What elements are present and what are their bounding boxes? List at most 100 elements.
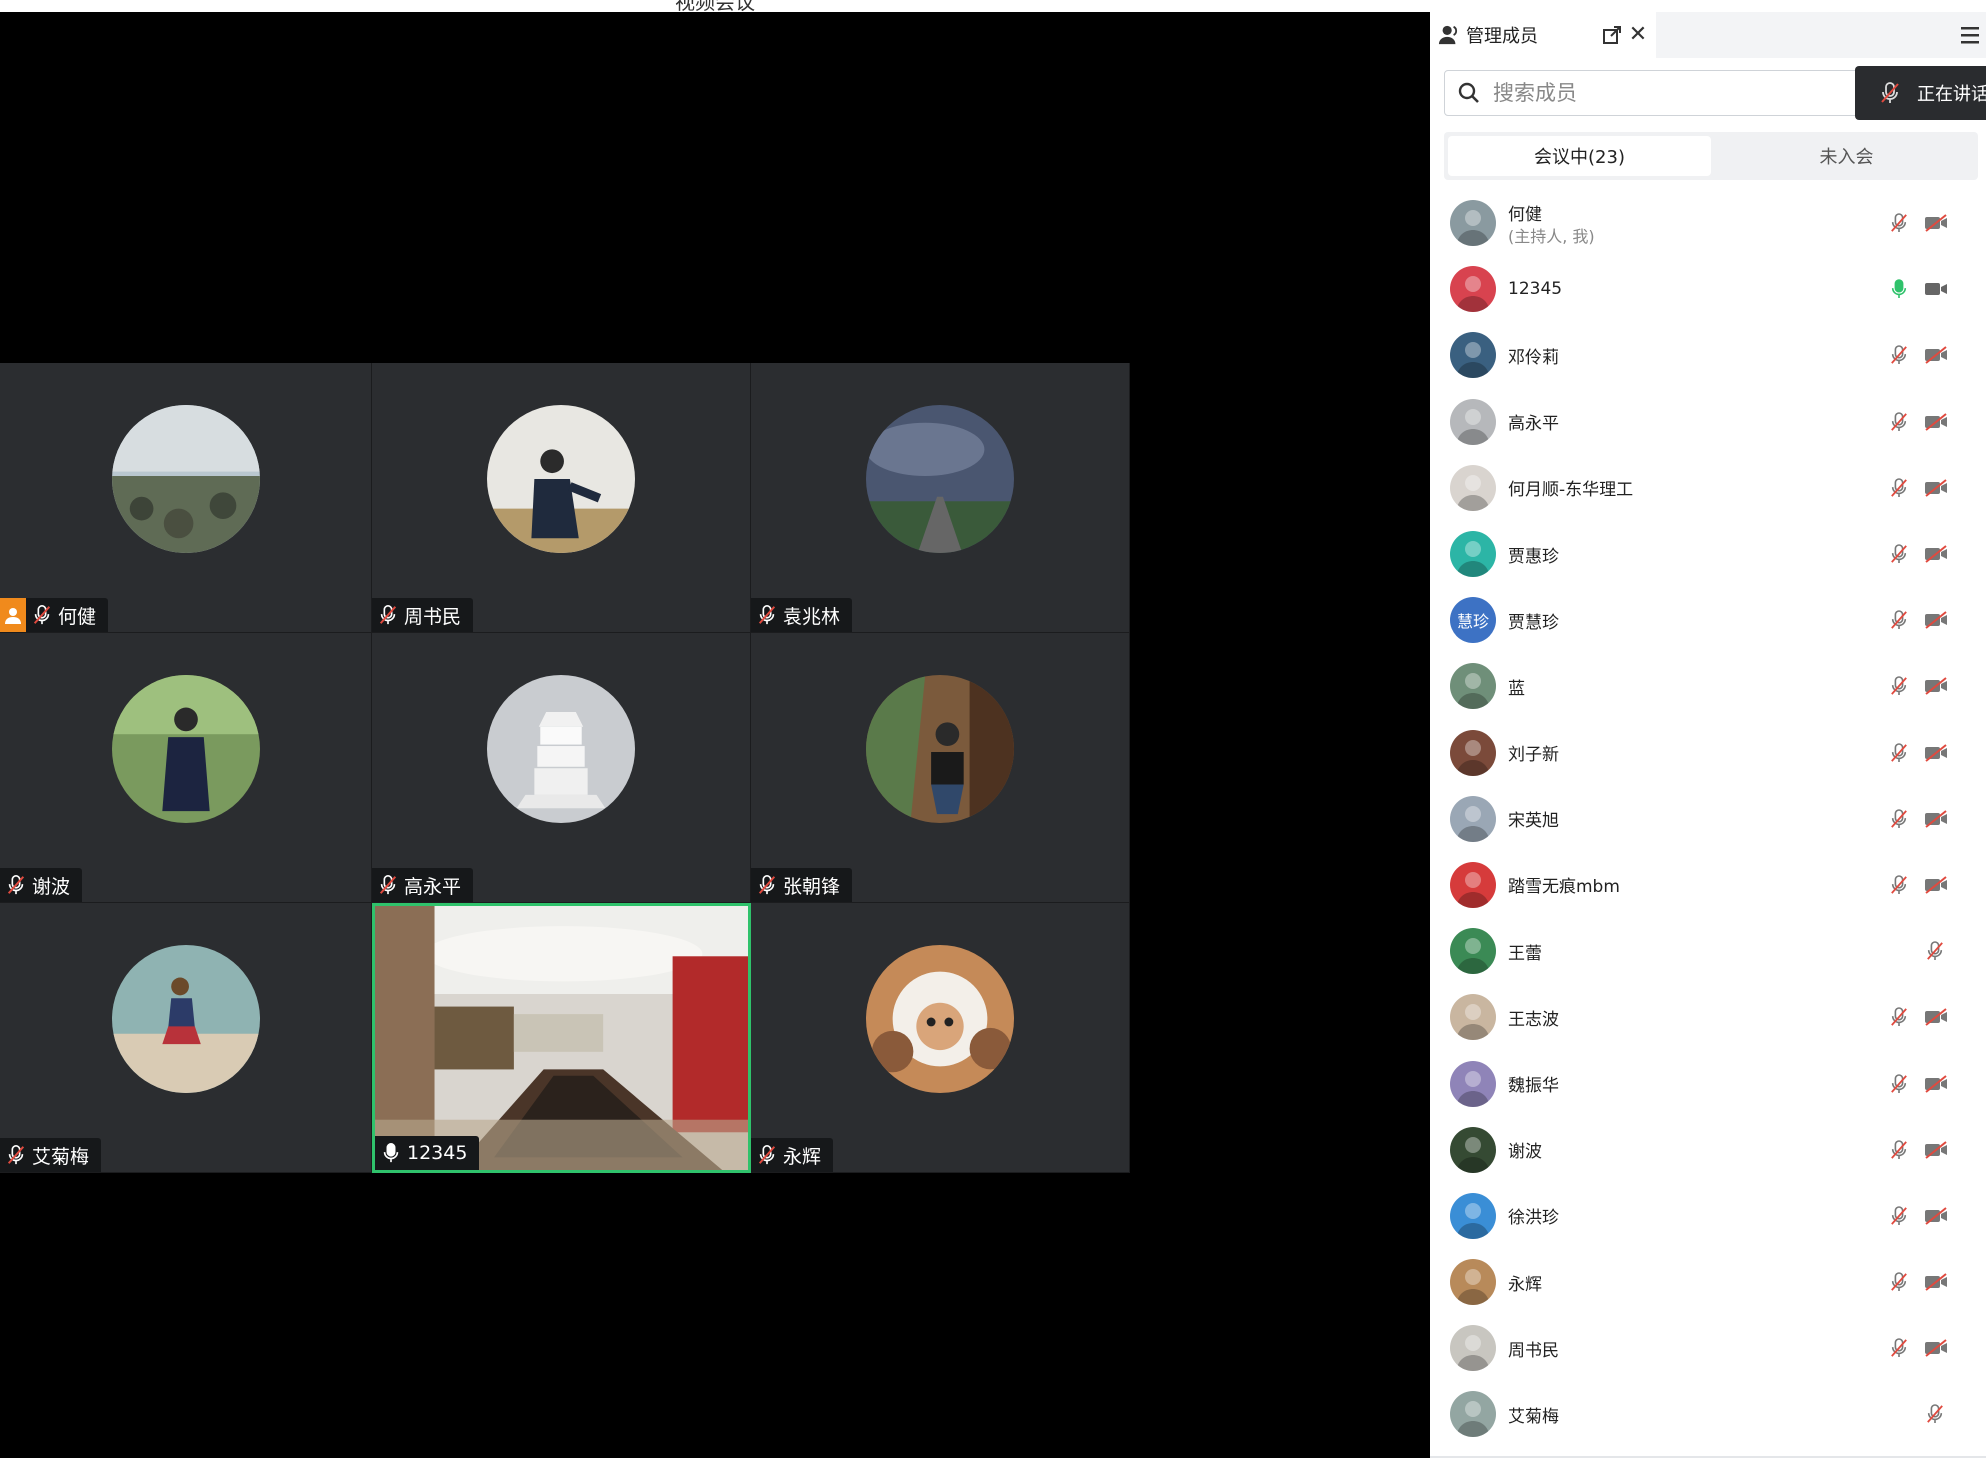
camera-off-icon[interactable] [1924, 810, 1948, 828]
panel-tab-members[interactable]: 管理成员 [1430, 12, 1656, 58]
members-panel: 管理成员 ✕ 正在讲话 会议中(23) 未入会 何健(主持人 [1430, 12, 1986, 1458]
camera-off-icon[interactable] [1924, 1074, 1948, 1093]
search-field[interactable] [1444, 70, 1862, 116]
menu-icon[interactable] [1958, 23, 1982, 47]
camera-off-icon[interactable] [1924, 1273, 1948, 1291]
camera-off-icon[interactable] [1924, 412, 1948, 431]
participant-name: 贾慧珍 [1508, 612, 1559, 633]
mic-muted-icon [33, 605, 51, 625]
camera-off-icon[interactable] [1924, 1140, 1948, 1159]
video-tile[interactable]: 永辉 [751, 903, 1130, 1173]
video-tile[interactable]: 12345 [372, 903, 751, 1173]
camera-off-icon[interactable] [1924, 214, 1948, 232]
mic-muted-icon [7, 1145, 25, 1165]
mic-muted-icon[interactable] [1890, 477, 1908, 499]
panel-title: 管理成员 [1466, 26, 1538, 47]
video-tile[interactable]: 何健 [0, 363, 372, 633]
mic-muted-icon[interactable] [1890, 742, 1908, 764]
camera-off-icon[interactable] [1924, 1339, 1948, 1358]
video-tile[interactable]: 高永平 [372, 633, 751, 903]
mic-active-icon[interactable] [1890, 278, 1908, 300]
camera-off-icon[interactable] [1924, 743, 1948, 762]
participant-name-tag: 何健 [0, 598, 109, 632]
participant-row[interactable]: 魏振华 [1430, 1050, 1986, 1116]
participant-row[interactable]: 谢波 [1430, 1117, 1986, 1183]
camera-off-icon[interactable] [1924, 677, 1948, 696]
mic-muted-icon[interactable] [1890, 1337, 1908, 1359]
participant-name: 张朝锋 [783, 875, 841, 898]
video-tile[interactable]: 张朝锋 [751, 633, 1130, 903]
camera-off-icon[interactable] [1924, 479, 1948, 497]
camera-off-icon[interactable] [1924, 876, 1948, 894]
mic-muted-icon[interactable] [1890, 874, 1908, 896]
participant-row[interactable]: 邓伶莉 [1430, 322, 1986, 388]
participant-name: 12345 [407, 1142, 468, 1164]
members-icon [1438, 25, 1458, 45]
mic-muted-icon[interactable] [1890, 609, 1908, 631]
participant-name: 袁兆林 [783, 605, 841, 628]
popout-icon[interactable] [1602, 25, 1622, 45]
camera-on-icon[interactable] [1924, 280, 1948, 298]
participant-row[interactable]: 蓝 [1430, 653, 1986, 719]
mic-muted-icon[interactable] [1890, 411, 1908, 433]
close-icon[interactable]: ✕ [1628, 24, 1648, 46]
participant-name: 蓝 [1508, 678, 1525, 699]
participant-row[interactable]: 高永平 [1430, 389, 1986, 455]
participant-row[interactable]: 何健 (主持人, 我) [1430, 190, 1986, 256]
participant-row[interactable]: 艾菊梅 [1430, 1381, 1986, 1447]
participant-avatar [1450, 1126, 1496, 1173]
participant-name: 高永平 [404, 875, 462, 898]
participant-avatar [1450, 464, 1496, 511]
camera-off-icon[interactable] [1924, 1207, 1948, 1225]
video-tile[interactable]: 周书民 [372, 363, 751, 633]
participant-row[interactable]: 王志波 [1430, 984, 1986, 1050]
speaking-indicator-button[interactable]: 正在讲话 [1855, 66, 1986, 120]
mic-muted-icon[interactable] [1890, 344, 1908, 366]
mic-muted-icon[interactable] [1890, 1139, 1908, 1161]
search-input[interactable] [1491, 80, 1855, 106]
participant-name: 何健 [1508, 205, 1542, 225]
mic-muted-icon [379, 875, 397, 895]
participant-name: 周书民 [1508, 1340, 1559, 1361]
video-tile[interactable]: 袁兆林 [751, 363, 1130, 633]
participant-row[interactable]: 徐洪珍 [1430, 1183, 1986, 1249]
mic-muted-icon[interactable] [1890, 543, 1908, 565]
participant-row[interactable]: 贾惠珍 [1430, 521, 1986, 587]
camera-off-icon[interactable] [1924, 1008, 1948, 1027]
video-tile[interactable]: 谢波 [0, 633, 372, 903]
mic-muted-icon[interactable] [1890, 1205, 1908, 1227]
mic-muted-icon[interactable] [1890, 212, 1908, 234]
participant-row[interactable]: 宋英旭 [1430, 786, 1986, 852]
participant-row[interactable]: 王蕾 [1430, 918, 1986, 984]
participant-row[interactable]: 12345 [1430, 256, 1986, 322]
participant-row[interactable]: 何月顺-东华理工 [1430, 455, 1986, 521]
mic-muted-icon[interactable] [1890, 1006, 1908, 1028]
mic-muted-icon[interactable] [1890, 808, 1908, 830]
participant-name-tag: 艾菊梅 [0, 1138, 102, 1172]
tab-not-joined[interactable]: 未入会 [1715, 132, 1978, 180]
host-badge [0, 598, 26, 632]
camera-off-icon[interactable] [1924, 545, 1948, 563]
camera-off-icon[interactable] [1924, 346, 1948, 365]
mic-muted-icon[interactable] [1926, 1403, 1944, 1425]
participant-avatar [1450, 928, 1496, 975]
tab-in-meeting[interactable]: 会议中(23) [1448, 136, 1711, 176]
participant-name: 艾菊梅 [1508, 1406, 1559, 1427]
window-title: 视频会议 [675, 0, 755, 12]
camera-off-icon[interactable] [1924, 611, 1948, 629]
mic-muted-icon[interactable] [1890, 1073, 1908, 1095]
participant-row[interactable]: 周书民 [1430, 1315, 1986, 1381]
mic-muted-icon[interactable] [1890, 1271, 1908, 1293]
participant-row[interactable]: 永辉 [1430, 1249, 1986, 1315]
participant-name: 何月顺-东华理工 [1508, 480, 1634, 501]
participant-row[interactable]: 刘子新 [1430, 720, 1986, 786]
participant-name: 高永平 [1508, 414, 1559, 435]
video-tile[interactable]: 艾菊梅 [0, 903, 372, 1173]
participant-name: 徐洪珍 [1508, 1208, 1559, 1229]
mic-muted-icon[interactable] [1926, 940, 1944, 962]
mic-muted-icon[interactable] [1890, 675, 1908, 697]
participant-avatar [1450, 994, 1496, 1041]
participant-avatar [1450, 1325, 1496, 1372]
participant-row[interactable]: 慧珍 贾慧珍 [1430, 587, 1986, 653]
participant-row[interactable]: 踏雪无痕mbm [1430, 852, 1986, 918]
